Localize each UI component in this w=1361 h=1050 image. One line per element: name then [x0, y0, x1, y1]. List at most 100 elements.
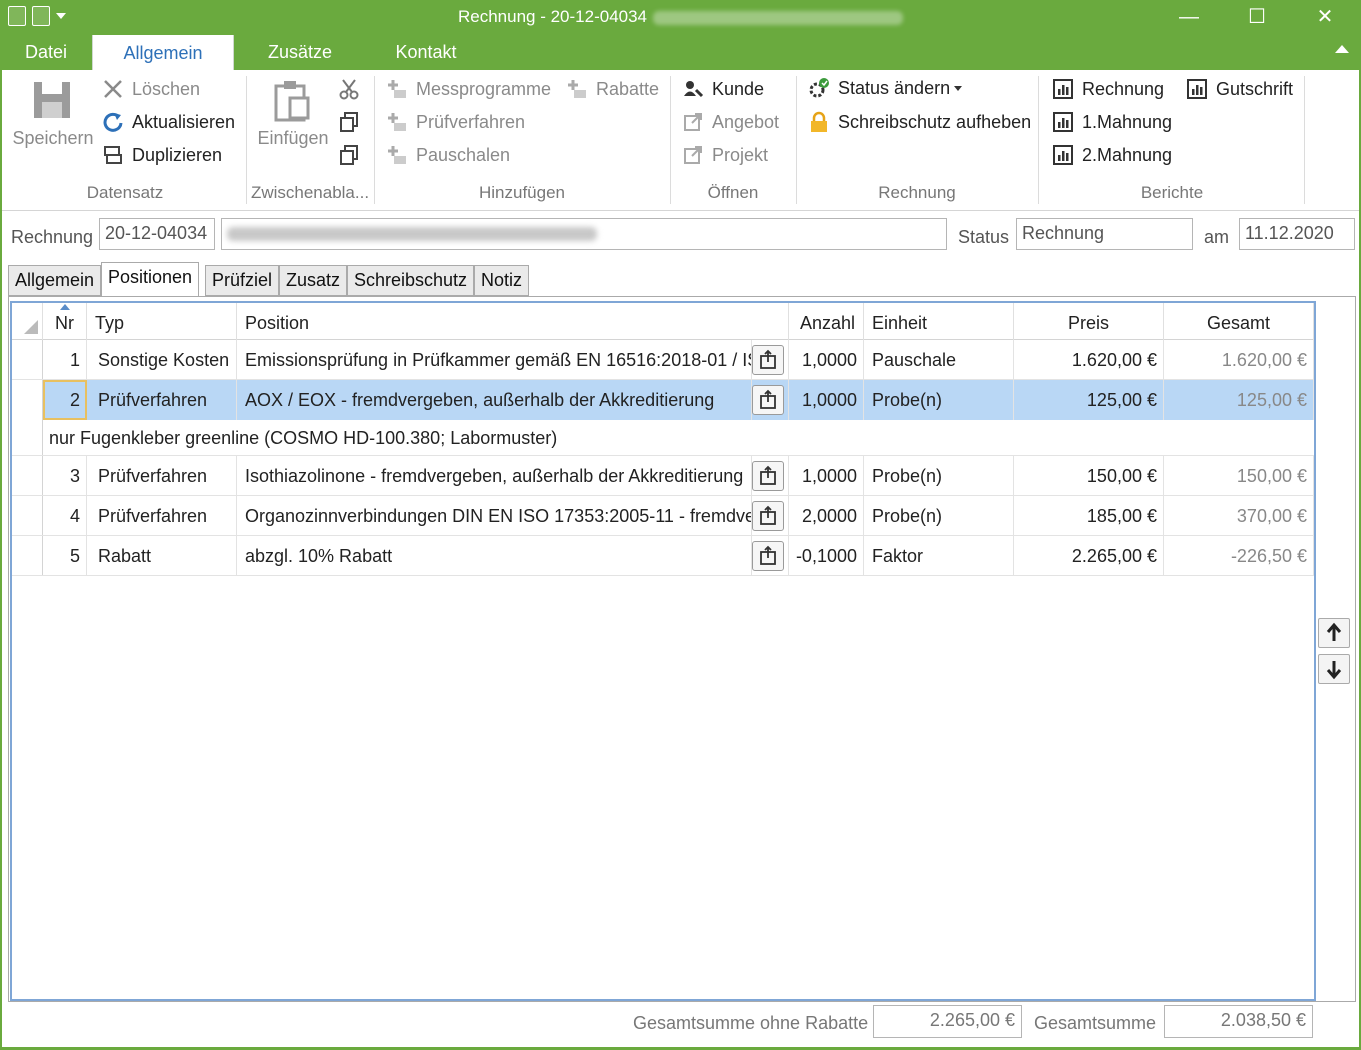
move-down-button[interactable]	[1318, 654, 1350, 684]
window-border-left	[0, 210, 2, 1050]
row-selector[interactable]	[12, 420, 43, 455]
rechnung-number-field[interactable]: 20-12-04034	[99, 218, 215, 250]
column-header-gesamt[interactable]: Gesamt	[1164, 303, 1314, 340]
row-selector[interactable]	[12, 340, 43, 379]
move-up-button[interactable]	[1318, 618, 1350, 648]
tab-allgemein[interactable]: Allgemein	[8, 265, 102, 296]
report-icon	[1052, 111, 1074, 133]
copy-icon[interactable]	[338, 111, 360, 133]
cell-position[interactable]: Isothiazolinone - fremdvergeben, außerha…	[237, 456, 752, 495]
edit-text-button[interactable]	[752, 541, 784, 571]
column-header-nr[interactable]: Nr	[43, 303, 87, 340]
cell-edit	[752, 496, 789, 535]
date-field[interactable]: 11.12.2020	[1239, 218, 1355, 250]
cell-position[interactable]: Organozinnverbindungen DIN EN ISO 17353:…	[237, 496, 752, 535]
schreibschutz-aufheben-button[interactable]: Schreibschutz aufheben	[808, 111, 1031, 133]
row-selector[interactable]	[12, 380, 43, 420]
row-selector[interactable]	[12, 536, 43, 575]
table-row[interactable]: 1 Sonstige Kosten Emissionsprüfung in Pr…	[12, 340, 1314, 380]
edit-icon	[760, 349, 776, 369]
ribbon-tab-zusaetze[interactable]: Zusätze	[258, 34, 342, 70]
row-selector[interactable]	[12, 456, 43, 495]
cell-typ: Rabatt	[87, 536, 237, 575]
report-rechnung-button[interactable]: Rechnung	[1052, 78, 1164, 100]
table-row-selected[interactable]: 2 Prüfverfahren AOX / EOX - fremdvergebe…	[12, 380, 1314, 420]
open-projekt-button[interactable]: Projekt	[682, 144, 768, 166]
dropdown-arrow-icon	[954, 85, 963, 91]
maximize-button[interactable]: ☐	[1234, 4, 1280, 30]
tab-pruefziel[interactable]: Prüfziel	[205, 265, 280, 296]
cell-typ: Prüfverfahren	[87, 456, 237, 495]
edit-text-button[interactable]	[752, 501, 784, 531]
add-icon	[386, 111, 408, 133]
group-separator	[246, 76, 247, 204]
open-project-icon	[682, 144, 704, 166]
cell-typ: Prüfverfahren	[87, 380, 237, 420]
column-header-anzahl[interactable]: Anzahl	[789, 303, 864, 340]
status-aendern-dropdown[interactable]: Status ändern	[808, 77, 963, 99]
tab-positionen[interactable]: Positionen	[101, 262, 200, 297]
column-header-preis[interactable]: Preis	[1014, 303, 1164, 340]
status-gear-icon	[808, 77, 830, 99]
cell-preis: 2.265,00 €	[1014, 536, 1164, 575]
report-mahnung2-button[interactable]: 2.Mahnung	[1052, 144, 1172, 166]
row-note-text: nur Fugenkleber greenline (COSMO HD-100.…	[49, 428, 558, 448]
tab-zusatz[interactable]: Zusatz	[279, 265, 348, 296]
ribbon-tab-datei[interactable]: Datei	[14, 34, 78, 70]
edit-text-button[interactable]	[752, 345, 784, 375]
ribbon: Speichern Löschen Aktualisieren Duplizie…	[0, 70, 1361, 210]
group-label-oeffnen: Öffnen	[707, 183, 759, 202]
cell-position[interactable]: AOX / EOX - fremdvergeben, außerhalb der…	[237, 380, 752, 420]
open-kunde-button[interactable]: Kunde	[682, 78, 764, 100]
scissors-icon[interactable]	[338, 78, 360, 100]
open-angebot-button[interactable]: Angebot	[682, 111, 779, 133]
add-pruefverfahren-button[interactable]: Prüfverfahren	[386, 111, 525, 133]
add-pauschalen-button[interactable]: Pauschalen	[386, 144, 510, 166]
sum-no-discount-field: 2.265,00 €	[873, 1005, 1022, 1038]
cell-nr: 1	[43, 340, 87, 379]
cell-gesamt: -226,50 €	[1164, 536, 1314, 575]
cell-typ: Prüfverfahren	[87, 496, 237, 535]
copy-format-icon[interactable]	[338, 144, 360, 166]
table-row[interactable]: 4 Prüfverfahren Organozinnverbindungen D…	[12, 496, 1314, 536]
add-rabatte-button[interactable]: Rabatte	[566, 78, 659, 100]
customer-field[interactable]	[221, 218, 947, 250]
tab-notiz[interactable]: Notiz	[474, 265, 530, 296]
edit-text-button[interactable]	[752, 385, 784, 415]
tab-schreibschutz[interactable]: Schreibschutz	[347, 265, 475, 296]
positions-grid[interactable]: Nr Typ Position Anzahl Einheit Preis Ges…	[10, 301, 1316, 1001]
save-button[interactable]: Speichern	[12, 76, 94, 156]
add-icon	[566, 78, 588, 100]
column-header-position[interactable]: Position	[237, 303, 789, 340]
edit-text-button[interactable]	[752, 461, 784, 491]
cell-nr: 5	[43, 536, 87, 575]
group-separator	[670, 76, 671, 204]
column-header-einheit[interactable]: Einheit	[864, 303, 1014, 340]
column-header-typ[interactable]: Typ	[87, 303, 237, 340]
paste-button[interactable]: Einfügen	[254, 76, 332, 156]
sum-label: Gesamtsumme	[1034, 1013, 1157, 1033]
close-button[interactable]: ✕	[1302, 4, 1348, 30]
report-gutschrift-button[interactable]: Gutschrift	[1186, 78, 1293, 100]
minimize-button[interactable]: —	[1166, 4, 1212, 30]
refresh-button[interactable]: Aktualisieren	[102, 111, 235, 133]
duplicate-icon	[102, 144, 124, 166]
duplicate-button[interactable]: Duplizieren	[102, 144, 222, 166]
status-field[interactable]: Rechnung	[1016, 218, 1193, 250]
collapse-ribbon-icon[interactable]	[1335, 45, 1349, 53]
cell-position[interactable]: abzgl. 10% Rabatt	[237, 536, 752, 575]
ribbon-tab-allgemein[interactable]: Allgemein	[92, 35, 234, 71]
row-selector[interactable]	[12, 496, 43, 535]
x-icon	[102, 78, 124, 100]
report-mahnung1-button[interactable]: 1.Mahnung	[1052, 111, 1172, 133]
cell-gesamt: 125,00 €	[1164, 380, 1314, 420]
ribbon-tab-kontakt[interactable]: Kontakt	[384, 34, 468, 70]
delete-button[interactable]: Löschen	[102, 78, 200, 100]
cell-anzahl: 2,0000	[789, 496, 864, 535]
table-row[interactable]: 5 Rabatt abzgl. 10% Rabatt -0,1000 Fakto…	[12, 536, 1314, 576]
select-all-corner[interactable]	[12, 303, 43, 340]
cell-anzahl: -0,1000	[789, 536, 864, 575]
table-row[interactable]: 3 Prüfverfahren Isothiazolinone - fremdv…	[12, 456, 1314, 496]
cell-position[interactable]: Emissionsprüfung in Prüfkammer gemäß EN …	[237, 340, 752, 379]
add-messprogramme-button[interactable]: Messprogramme	[386, 78, 551, 100]
